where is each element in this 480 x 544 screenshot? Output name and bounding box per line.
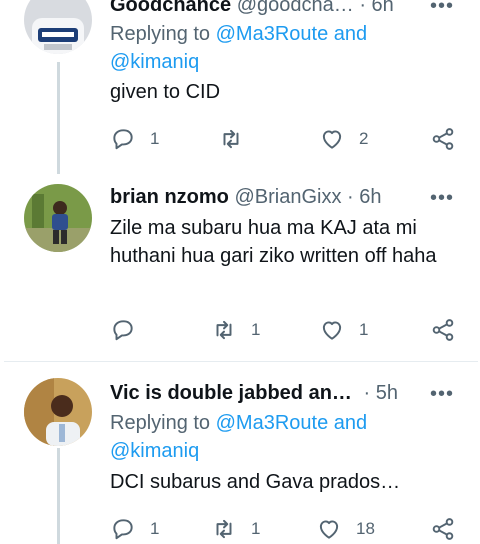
tweet-text: given to CID bbox=[110, 81, 221, 103]
tweet-header: Goodchance @goodcha… · 6h bbox=[110, 0, 460, 18]
tweet-vic[interactable]: Vic is double jabbed an… · 5h ••• Replyi… bbox=[0, 362, 480, 544]
timestamp[interactable]: 6h bbox=[359, 186, 381, 208]
retweet-count: 1 bbox=[251, 320, 261, 339]
timestamp[interactable]: 5h bbox=[376, 382, 398, 404]
retweet-icon bbox=[211, 317, 237, 343]
reply-icon bbox=[110, 317, 136, 343]
tweet-goodchance[interactable]: Goodchance @goodcha… · 6h ••• Replying t… bbox=[0, 0, 480, 176]
share-icon bbox=[430, 126, 456, 152]
more-options-icon[interactable]: ••• bbox=[430, 188, 454, 214]
more-options-icon[interactable]: ••• bbox=[430, 384, 454, 410]
share-button[interactable] bbox=[430, 315, 456, 345]
separator-dot: · bbox=[347, 186, 354, 208]
thread-line bbox=[57, 62, 60, 174]
tweet-header: Vic is double jabbed an… · 5h bbox=[110, 380, 460, 406]
mention-link[interactable]: @kimaniq bbox=[110, 440, 199, 462]
heart-icon bbox=[319, 126, 345, 152]
share-button[interactable] bbox=[430, 514, 456, 544]
share-button[interactable] bbox=[430, 124, 456, 154]
like-button[interactable]: 18 bbox=[316, 514, 375, 544]
like-count: 18 bbox=[356, 519, 375, 538]
user-handle[interactable]: @goodcha… bbox=[237, 0, 354, 16]
tweet-text: DCI subarus and Gava prados… bbox=[110, 471, 401, 493]
replying-to: Replying to @Ma3Route and @kimaniq bbox=[110, 20, 430, 76]
mention-link[interactable]: @Ma3Route bbox=[216, 412, 329, 434]
tweet-actions: 1 1 bbox=[0, 315, 480, 345]
heart-icon bbox=[319, 317, 345, 343]
display-name[interactable]: Vic is double jabbed an… bbox=[110, 382, 352, 404]
tweet-text: Zile ma subaru hua ma KAJ ata mi huthani… bbox=[110, 217, 437, 267]
reply-icon bbox=[110, 516, 136, 542]
mention-and: and bbox=[333, 23, 368, 45]
mention-and: and bbox=[333, 412, 368, 434]
share-icon bbox=[430, 516, 456, 542]
like-count: 1 bbox=[359, 320, 369, 339]
retweet-button[interactable]: 1 bbox=[211, 315, 260, 345]
tweet-actions: 1 2 bbox=[0, 124, 480, 154]
like-button[interactable]: 1 bbox=[319, 315, 368, 345]
replying-to: Replying to @Ma3Route and @kimaniq bbox=[110, 409, 430, 465]
reply-button[interactable]: 1 bbox=[110, 514, 159, 544]
share-icon bbox=[430, 317, 456, 343]
retweet-icon bbox=[218, 126, 244, 152]
tweet-actions: 1 1 18 bbox=[0, 514, 480, 544]
replying-to-label: Replying to bbox=[110, 412, 211, 434]
reply-count: 1 bbox=[150, 519, 160, 538]
mention-link[interactable]: @Ma3Route bbox=[216, 23, 329, 45]
display-name[interactable]: Goodchance bbox=[110, 0, 231, 16]
avatar[interactable] bbox=[24, 378, 92, 446]
separator-dot: · bbox=[359, 0, 366, 16]
retweet-count: 1 bbox=[251, 519, 261, 538]
replying-to-label: Replying to bbox=[110, 23, 211, 45]
like-count: 2 bbox=[359, 129, 369, 148]
retweet-button[interactable]: 1 bbox=[211, 514, 260, 544]
tweet-header: brian nzomo @BrianGixx · 6h bbox=[110, 184, 460, 210]
heart-icon bbox=[316, 516, 342, 542]
avatar[interactable] bbox=[24, 0, 92, 54]
retweet-icon bbox=[211, 516, 237, 542]
reply-count: 1 bbox=[150, 129, 160, 148]
tweet-brian-nzomo[interactable]: brian nzomo @BrianGixx · 6h ••• Zile ma … bbox=[0, 176, 480, 360]
like-button[interactable]: 2 bbox=[319, 124, 368, 154]
user-handle[interactable]: @BrianGixx bbox=[234, 186, 341, 208]
reply-icon bbox=[110, 126, 136, 152]
reply-button[interactable] bbox=[110, 315, 150, 345]
separator-dot: · bbox=[363, 382, 371, 404]
reply-button[interactable]: 1 bbox=[110, 124, 159, 154]
retweet-button[interactable] bbox=[218, 124, 258, 154]
timestamp[interactable]: 6h bbox=[372, 0, 394, 16]
avatar[interactable] bbox=[24, 184, 92, 252]
more-options-icon[interactable]: ••• bbox=[430, 0, 454, 22]
mention-link[interactable]: @kimaniq bbox=[110, 51, 199, 73]
display-name[interactable]: brian nzomo bbox=[110, 186, 229, 208]
